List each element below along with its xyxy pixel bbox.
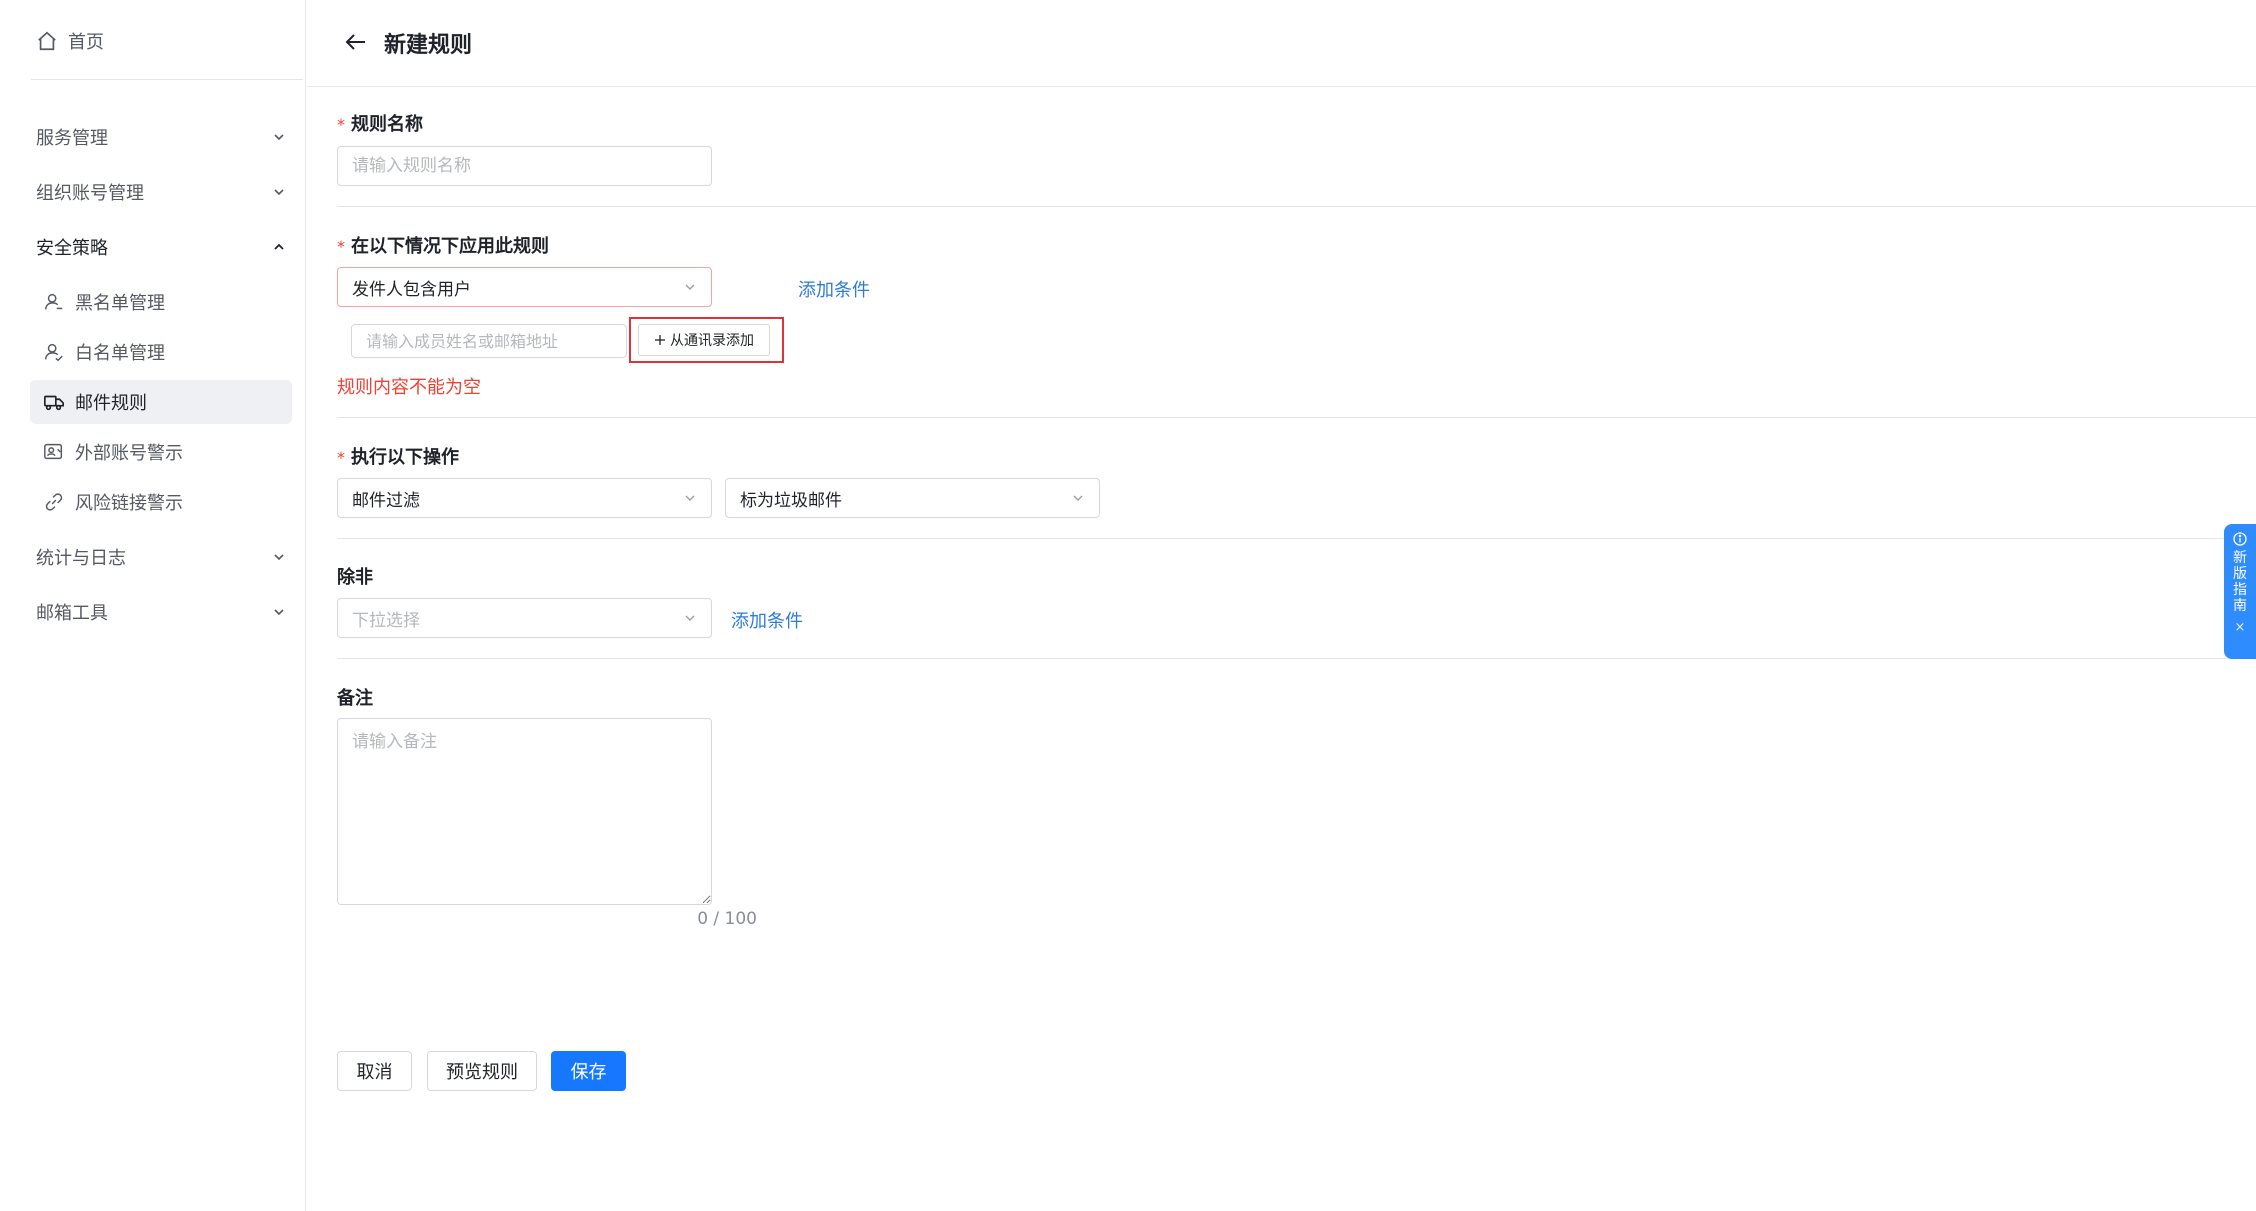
add-from-contacts-button[interactable]: 从通讯录添加 xyxy=(638,324,770,356)
sidebar-group-tools-label: 邮箱工具 xyxy=(36,603,108,624)
cancel-button[interactable]: 取消 xyxy=(337,1051,412,1091)
sidebar-item-blacklist[interactable]: 黑名单管理 xyxy=(30,280,292,324)
add-from-contacts-label: 从通讯录添加 xyxy=(670,333,754,349)
chevron-down-icon xyxy=(685,495,695,501)
action-select[interactable]: 邮件过滤 xyxy=(337,478,712,518)
chevron-down-icon xyxy=(274,189,284,196)
required-mark: * xyxy=(337,448,345,467)
sidebar-group-tools[interactable]: 邮箱工具 xyxy=(36,592,286,632)
sidebar-group-stats-label: 统计与日志 xyxy=(36,548,126,569)
sidebar-group-org-label: 组织账号管理 xyxy=(36,183,144,204)
section-divider xyxy=(337,538,2256,539)
main-content: 新建规则 * 规则名称 * 在以下情况下应用此规则 发件人包含用户 添加条件 从通讯… xyxy=(307,0,2256,1211)
action-target-select[interactable]: 标为垃圾邮件 xyxy=(725,478,1100,518)
chevron-down-icon xyxy=(685,615,695,621)
new-guide-label: 新版指南 xyxy=(2233,550,2247,614)
except-select-placeholder: 下拉选择 xyxy=(352,610,420,631)
add-condition-link[interactable]: 添加条件 xyxy=(798,276,870,302)
close-icon[interactable]: × xyxy=(2235,620,2246,635)
except-select[interactable]: 下拉选择 xyxy=(337,598,712,638)
required-mark: * xyxy=(337,237,345,256)
sidebar-group-security[interactable]: 安全策略 xyxy=(36,227,286,267)
plus-icon xyxy=(655,335,665,345)
sidebar-group-service-label: 服务管理 xyxy=(36,128,108,149)
sidebar-divider xyxy=(31,79,303,80)
sidebar-item-risk-link[interactable]: 风险链接警示 xyxy=(30,480,292,524)
actions-label-text: 执行以下操作 xyxy=(351,447,459,468)
info-icon xyxy=(2233,532,2247,546)
sidebar-item-mail-rules[interactable]: 邮件规则 xyxy=(30,380,292,424)
preview-rule-button[interactable]: 预览规则 xyxy=(427,1051,537,1091)
required-mark: * xyxy=(337,115,345,134)
link-icon xyxy=(45,493,63,511)
sidebar-item-external-warning-label: 外部账号警示 xyxy=(75,443,183,464)
sidebar-group-service[interactable]: 服务管理 xyxy=(36,117,286,157)
rule-name-label: * 规则名称 xyxy=(337,110,423,136)
page-title: 新建规则 xyxy=(384,33,473,58)
action-select-value: 邮件过滤 xyxy=(352,490,420,511)
sidebar-group-stats[interactable]: 统计与日志 xyxy=(36,537,286,577)
remark-char-counter: 0 / 100 xyxy=(697,909,757,929)
chevron-down-icon xyxy=(274,609,284,616)
chevron-down-icon xyxy=(274,554,284,561)
section-divider xyxy=(337,658,2256,659)
sidebar-group-security-label: 安全策略 xyxy=(36,238,108,259)
sidebar-group-org[interactable]: 组织账号管理 xyxy=(36,172,286,212)
except-label: 除非 xyxy=(337,567,373,588)
sidebar-item-mail-rules-label: 邮件规则 xyxy=(75,393,147,414)
condition-error-text: 规则内容不能为空 xyxy=(337,377,481,398)
page-header: 新建规则 xyxy=(307,0,2256,87)
condition-select[interactable]: 发件人包含用户 xyxy=(337,267,712,307)
conditions-label-text: 在以下情况下应用此规则 xyxy=(351,236,549,257)
section-divider xyxy=(337,206,2256,207)
chevron-down-icon xyxy=(1073,495,1083,501)
sidebar-item-risk-link-label: 风险链接警示 xyxy=(75,493,183,514)
rule-name-label-text: 规则名称 xyxy=(351,114,423,135)
new-guide-tab[interactable]: 新版指南 × xyxy=(2224,524,2256,659)
sidebar: 首页 服务管理 组织账号管理 安全策略 黑名单管理 白名单管理 邮件规则 外部账… xyxy=(7,0,306,1211)
user-check-icon xyxy=(45,343,63,362)
conditions-label: * 在以下情况下应用此规则 xyxy=(337,232,549,258)
user-icon xyxy=(45,293,63,310)
save-button[interactable]: 保存 xyxy=(551,1051,626,1091)
member-search-input[interactable] xyxy=(351,324,627,358)
id-card-icon xyxy=(44,443,63,460)
home-label: 首页 xyxy=(68,32,104,53)
sidebar-home[interactable]: 首页 xyxy=(36,20,104,62)
chevron-down-icon xyxy=(685,284,695,290)
chevron-down-icon xyxy=(274,134,284,141)
except-add-condition-link[interactable]: 添加条件 xyxy=(731,607,803,633)
truck-icon xyxy=(44,395,64,411)
back-arrow-icon[interactable] xyxy=(343,29,369,55)
sidebar-item-whitelist-label: 白名单管理 xyxy=(75,343,165,364)
action-target-select-value: 标为垃圾邮件 xyxy=(740,490,842,511)
app-root: 首页 服务管理 组织账号管理 安全策略 黑名单管理 白名单管理 邮件规则 外部账… xyxy=(0,0,2256,1211)
condition-select-value: 发件人包含用户 xyxy=(352,279,471,300)
remark-label: 备注 xyxy=(337,688,373,709)
sidebar-item-blacklist-label: 黑名单管理 xyxy=(75,293,165,314)
actions-label: * 执行以下操作 xyxy=(337,443,459,469)
remark-textarea[interactable] xyxy=(337,718,712,905)
sidebar-item-external-warning[interactable]: 外部账号警示 xyxy=(30,430,292,474)
home-icon xyxy=(38,31,56,51)
rule-name-input[interactable] xyxy=(337,146,712,186)
chevron-up-icon xyxy=(274,243,284,250)
sidebar-item-whitelist[interactable]: 白名单管理 xyxy=(30,330,292,374)
section-divider xyxy=(337,417,2256,418)
